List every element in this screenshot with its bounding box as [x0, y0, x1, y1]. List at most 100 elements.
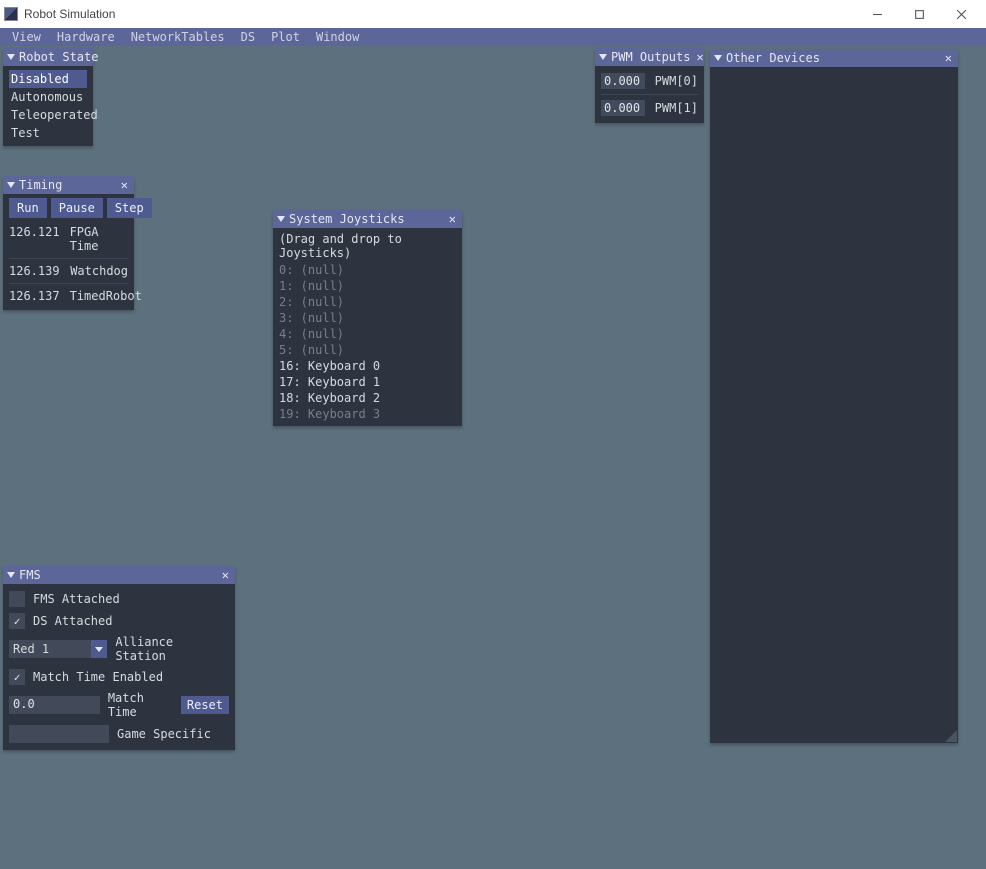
resize-grip[interactable] [945, 730, 957, 742]
alliance-station-row: Red 1 Alliance Station [9, 632, 229, 666]
panel-header-other-devices[interactable]: Other Devices ✕ [710, 49, 958, 67]
reset-button[interactable]: Reset [181, 696, 229, 714]
menu-view[interactable]: View [4, 29, 49, 45]
state-teleoperated[interactable]: Teleoperated [9, 106, 87, 124]
app-icon [4, 7, 18, 21]
pwm-label: PWM[1] [655, 101, 698, 115]
game-specific-row: Game Specific [9, 722, 229, 746]
collapse-icon[interactable] [7, 182, 15, 188]
panel-title: FMS [19, 568, 216, 582]
panel-header-timing[interactable]: Timing ✕ [3, 176, 134, 194]
alliance-station-combo[interactable]: Red 1 [9, 640, 107, 658]
collapse-icon[interactable] [599, 54, 607, 60]
close-icon[interactable]: ✕ [220, 568, 231, 582]
alliance-station-label: Alliance Station [115, 635, 229, 663]
timing-row-fpga: 126.121 FPGA Time [9, 222, 128, 256]
maximize-button[interactable] [898, 0, 940, 28]
other-devices-body [710, 67, 958, 75]
joystick-item[interactable]: 3: (null) [279, 310, 456, 326]
ds-attached-label: DS Attached [33, 614, 112, 628]
collapse-icon[interactable] [277, 216, 285, 222]
menu-networktables[interactable]: NetworkTables [123, 29, 233, 45]
minimize-button[interactable] [856, 0, 898, 28]
panel-title: PWM Outputs [611, 50, 690, 64]
timing-value: 126.137 [9, 289, 60, 303]
panel-other-devices[interactable]: Other Devices ✕ [710, 49, 958, 743]
workspace: Robot State Disabled Autonomous Teleoper… [0, 46, 986, 869]
window-title: Robot Simulation [24, 7, 856, 21]
system-joysticks-body: (Drag and drop to Joysticks) 0: (null) 1… [273, 228, 462, 426]
panel-fms[interactable]: FMS ✕ FMS Attached DS Attached Red 1 All… [3, 566, 235, 750]
timing-value: 126.121 [9, 225, 60, 253]
panel-header-robot-state[interactable]: Robot State [3, 48, 93, 66]
pwm-body: 0.000 PWM[0] 0.000 PWM[1] [595, 66, 704, 123]
joystick-item[interactable]: 19: Keyboard 3 [279, 406, 456, 422]
timing-row-watchdog: 126.139 Watchdog [9, 261, 128, 281]
joystick-item[interactable]: 4: (null) [279, 326, 456, 342]
joystick-item[interactable]: 17: Keyboard 1 [279, 374, 456, 390]
separator [601, 94, 698, 95]
menu-plot[interactable]: Plot [263, 29, 308, 45]
game-specific-input[interactable] [9, 725, 109, 743]
fms-body: FMS Attached DS Attached Red 1 Alliance … [3, 584, 235, 750]
panel-timing[interactable]: Timing ✕ Run Pause Step 126.121 FPGA Tim… [3, 176, 134, 310]
state-disabled[interactable]: Disabled [9, 70, 87, 88]
close-button[interactable] [940, 0, 982, 28]
panel-robot-state[interactable]: Robot State Disabled Autonomous Teleoper… [3, 48, 93, 146]
timing-buttons: Run Pause Step [9, 198, 128, 218]
close-icon[interactable]: ✕ [694, 50, 705, 64]
alliance-station-value: Red 1 [9, 642, 91, 656]
panel-pwm-outputs[interactable]: PWM Outputs ✕ 0.000 PWM[0] 0.000 PWM[1] [595, 48, 704, 123]
panel-title: Other Devices [726, 51, 939, 65]
panel-header-pwm-outputs[interactable]: PWM Outputs ✕ [595, 48, 704, 66]
joystick-item[interactable]: 5: (null) [279, 342, 456, 358]
panel-header-fms[interactable]: FMS ✕ [3, 566, 235, 584]
menu-window[interactable]: Window [308, 29, 367, 45]
match-time-input[interactable]: 0.0 [9, 696, 100, 714]
match-time-row: 0.0 Match Time Reset [9, 688, 229, 722]
collapse-icon[interactable] [7, 54, 15, 60]
panel-system-joysticks[interactable]: System Joysticks ✕ (Drag and drop to Joy… [273, 210, 462, 426]
panel-title: Robot State [19, 50, 98, 64]
pwm-row: 0.000 PWM[1] [601, 97, 698, 119]
menu-bar: View Hardware NetworkTables DS Plot Wind… [0, 28, 986, 46]
match-time-enabled-checkbox[interactable] [9, 669, 25, 685]
state-autonomous[interactable]: Autonomous [9, 88, 87, 106]
run-button[interactable]: Run [9, 198, 47, 218]
pwm-value[interactable]: 0.000 [601, 100, 645, 116]
timing-value: 126.139 [9, 264, 60, 278]
separator [9, 283, 128, 284]
joystick-item[interactable]: 2: (null) [279, 294, 456, 310]
robot-state-body: Disabled Autonomous Teleoperated Test [3, 66, 93, 146]
fms-attached-checkbox[interactable] [9, 591, 25, 607]
separator [9, 258, 128, 259]
match-time-enabled-row: Match Time Enabled [9, 666, 229, 688]
os-title-bar: Robot Simulation [0, 0, 986, 28]
menu-hardware[interactable]: Hardware [49, 29, 123, 45]
timing-row-timedrobot: 126.137 TimedRobot [9, 286, 128, 306]
close-icon[interactable]: ✕ [119, 178, 130, 192]
panel-header-system-joysticks[interactable]: System Joysticks ✕ [273, 210, 462, 228]
pwm-value[interactable]: 0.000 [601, 73, 645, 89]
match-time-enabled-label: Match Time Enabled [33, 670, 163, 684]
timing-body: Run Pause Step 126.121 FPGA Time 126.139… [3, 194, 134, 310]
chevron-down-icon[interactable] [91, 640, 107, 658]
joystick-item[interactable]: 1: (null) [279, 278, 456, 294]
joystick-item[interactable]: 18: Keyboard 2 [279, 390, 456, 406]
fms-attached-row: FMS Attached [9, 588, 229, 610]
fms-attached-label: FMS Attached [33, 592, 120, 606]
joystick-item[interactable]: 0: (null) [279, 262, 456, 278]
pause-button[interactable]: Pause [51, 198, 103, 218]
collapse-icon[interactable] [714, 55, 722, 61]
collapse-icon[interactable] [7, 572, 15, 578]
close-icon[interactable]: ✕ [447, 212, 458, 226]
timing-label: Watchdog [70, 264, 128, 278]
close-icon[interactable]: ✕ [943, 51, 954, 65]
joysticks-hint: (Drag and drop to Joysticks) [279, 232, 456, 260]
ds-attached-checkbox[interactable] [9, 613, 25, 629]
menu-ds[interactable]: DS [233, 29, 263, 45]
state-test[interactable]: Test [9, 124, 87, 142]
timing-label: TimedRobot [70, 289, 142, 303]
step-button[interactable]: Step [107, 198, 152, 218]
joystick-item[interactable]: 16: Keyboard 0 [279, 358, 456, 374]
